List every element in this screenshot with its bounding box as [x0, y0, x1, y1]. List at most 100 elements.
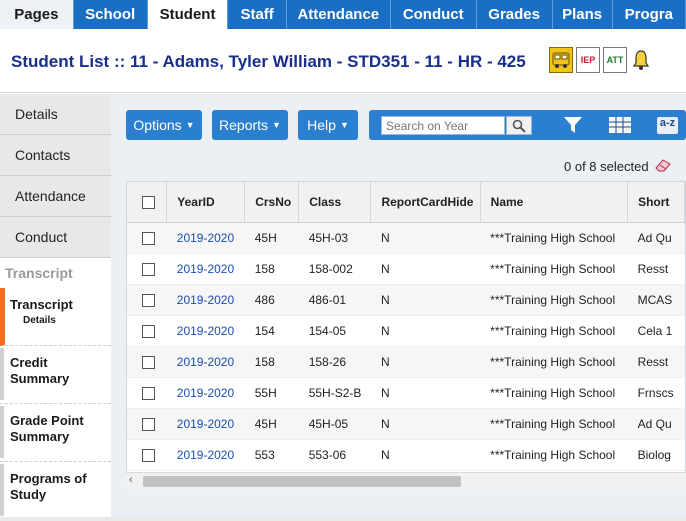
table-row[interactable]: 2019-2020 55H 55H-S2-B N ***Training High Sc…: [127, 377, 685, 409]
tab-school[interactable]: School: [74, 0, 148, 29]
row-checkbox[interactable]: [127, 253, 167, 285]
table-row[interactable]: 2019-2020 154 154-05 N ***Training High Scho…: [127, 315, 685, 347]
cell-crsno: 55H: [244, 377, 299, 409]
tab-staff[interactable]: Staff: [228, 0, 287, 29]
sidebar-item-attendance[interactable]: Attendance: [0, 176, 111, 217]
search-button[interactable]: [506, 116, 532, 135]
cell-short: Resst: [627, 253, 685, 285]
cell-yearid[interactable]: 2019-2020: [166, 253, 245, 285]
cell-yearid[interactable]: 2019-2020: [166, 346, 245, 378]
sidebar-link-credit-summary[interactable]: Credit Summary: [0, 346, 111, 404]
sidebar-section-title: Transcript: [0, 258, 111, 288]
caret-down-icon: ▼: [185, 120, 195, 130]
column-header-short[interactable]: Short: [627, 182, 685, 223]
search-icon: [512, 119, 526, 133]
cell-reportcardhide: N: [370, 222, 481, 254]
sidebar-link-marker: [0, 348, 4, 400]
sidebar-link-transcript-details[interactable]: Transcript Details: [0, 288, 111, 346]
iep-icon[interactable]: IEP: [576, 47, 600, 73]
title-separator: ::: [109, 52, 130, 71]
cell-name: ***Training High School: [480, 315, 628, 347]
bus-icon[interactable]: [549, 47, 573, 73]
cell-short: Ad Qu: [627, 222, 685, 254]
scrollbar-thumb[interactable]: [143, 476, 461, 487]
sidebar-item-details[interactable]: Details: [0, 94, 111, 135]
title-student-list[interactable]: Student List: [11, 52, 109, 71]
transcript-table-container: YearID CrsNo Class ReportCardHide Name S…: [126, 181, 686, 489]
title-student-name: 11 - Adams, Tyler William - STD351 - 11 …: [130, 52, 526, 71]
cell-class: 45H-05: [298, 408, 371, 440]
cell-yearid[interactable]: 2019-2020: [166, 439, 245, 471]
row-checkbox[interactable]: [127, 315, 167, 347]
table-row[interactable]: 2019-2020 45H 45H-03 N ***Training High Scho…: [127, 222, 685, 254]
options-button-label: Options: [133, 117, 182, 133]
column-header-crsno[interactable]: CrsNo: [244, 182, 300, 223]
cell-class: 486-01: [298, 284, 371, 316]
sidebar-link-programs-of-study[interactable]: Programs of Study: [0, 462, 111, 520]
horizontal-scrollbar[interactable]: ‹: [126, 472, 686, 489]
att-icon[interactable]: ATT: [603, 47, 627, 73]
column-header-yearid[interactable]: YearID: [166, 182, 246, 223]
cell-reportcardhide: N: [370, 439, 481, 471]
table-row[interactable]: 2019-2020 553 553-06 N ***Training High Scho…: [127, 439, 685, 471]
table-row[interactable]: 2019-2020 45H 45H-05 N ***Training High Scho…: [127, 408, 685, 440]
sidebar-item-label: Contacts: [15, 147, 71, 163]
tab-pages[interactable]: Pages: [0, 0, 74, 29]
bell-icon[interactable]: [630, 47, 652, 73]
row-checkbox[interactable]: [127, 222, 167, 254]
row-checkbox[interactable]: [127, 439, 167, 471]
cell-class: 158-002: [298, 253, 371, 285]
eraser-icon[interactable]: [654, 158, 672, 175]
cell-crsno: 553: [244, 439, 299, 471]
cell-reportcardhide: N: [370, 408, 481, 440]
caret-down-icon: ▼: [339, 120, 349, 130]
options-button[interactable]: Options ▼: [126, 110, 202, 140]
reports-button[interactable]: Reports ▼: [212, 110, 288, 140]
tab-grades[interactable]: Grades: [477, 0, 553, 29]
sort-az-label: a-z: [656, 116, 679, 134]
select-all-checkbox[interactable]: [127, 182, 168, 223]
help-button[interactable]: Help ▼: [298, 110, 358, 140]
sort-az-icon[interactable]: a-z: [654, 115, 681, 135]
row-checkbox[interactable]: [127, 346, 167, 378]
table-row[interactable]: 2019-2020 486 486-01 N ***Training High Scho…: [127, 284, 685, 316]
row-checkbox[interactable]: [127, 377, 167, 409]
cell-name: ***Training High School: [480, 284, 628, 316]
sidebar-item-contacts[interactable]: Contacts: [0, 135, 111, 176]
cell-yearid[interactable]: 2019-2020: [166, 377, 245, 409]
cell-yearid[interactable]: 2019-2020: [166, 222, 245, 254]
tab-conduct[interactable]: Conduct: [391, 0, 477, 29]
sidebar-link-sublabel: Details: [23, 315, 56, 326]
table-row[interactable]: 2019-2020 158 158-002 N ***Training High Sch…: [127, 253, 685, 285]
sidebar-link-label: Credit Summary: [10, 355, 70, 386]
tab-attendance[interactable]: Attendance: [287, 0, 391, 29]
cell-yearid[interactable]: 2019-2020: [166, 284, 245, 316]
sidebar-link-marker: [0, 464, 4, 516]
sidebar-link-grade-point-summary[interactable]: Grade Point Summary: [0, 404, 111, 462]
search-input[interactable]: [381, 116, 505, 135]
column-header-reportcardhide[interactable]: ReportCardHide: [370, 182, 481, 223]
sidebar-item-conduct[interactable]: Conduct: [0, 217, 111, 258]
table-row[interactable]: 2019-2020 158 158-26 N ***Training High Scho…: [127, 346, 685, 378]
column-header-class[interactable]: Class: [298, 182, 372, 223]
tab-programs[interactable]: Progra: [613, 0, 686, 29]
cell-yearid[interactable]: 2019-2020: [166, 315, 245, 347]
grid-view-icon[interactable]: [608, 115, 632, 135]
transcript-table: YearID CrsNo Class ReportCardHide Name S…: [127, 182, 685, 471]
cell-crsno: 158: [244, 253, 299, 285]
sidebar-item-label: Attendance: [15, 188, 86, 204]
row-checkbox[interactable]: [127, 408, 167, 440]
cell-crsno: 45H: [244, 408, 299, 440]
cell-class: 45H-03: [298, 222, 371, 254]
caret-down-icon: ▼: [272, 120, 281, 130]
row-checkbox[interactable]: [127, 284, 167, 316]
tab-student[interactable]: Student: [147, 0, 229, 29]
cell-short: Resst: [627, 346, 685, 378]
filter-icon[interactable]: [562, 115, 584, 135]
column-header-name[interactable]: Name: [480, 182, 629, 223]
cell-reportcardhide: N: [370, 284, 481, 316]
cell-yearid[interactable]: 2019-2020: [166, 408, 245, 440]
sidebar-item-label: Conduct: [15, 229, 68, 245]
tab-plans[interactable]: Plans: [553, 0, 613, 29]
scroll-left-icon[interactable]: ‹: [129, 474, 133, 486]
